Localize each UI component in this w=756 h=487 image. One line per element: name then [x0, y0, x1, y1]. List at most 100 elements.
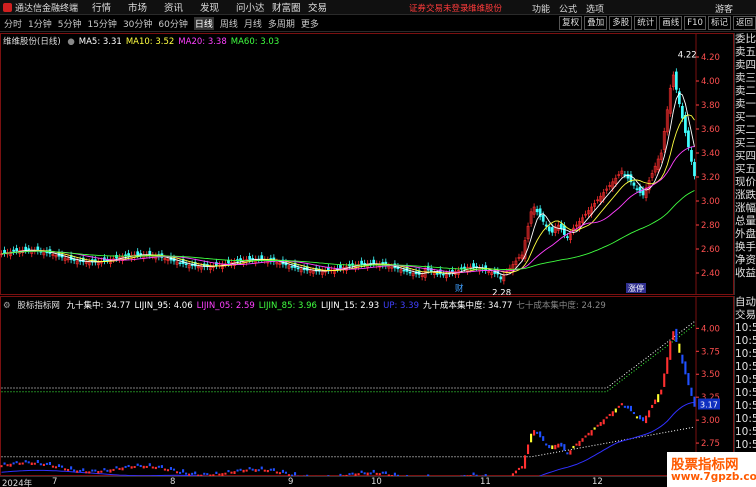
right-menu-item-1[interactable]: 公式	[559, 2, 577, 15]
settings-icon[interactable]: ⚙	[3, 301, 11, 311]
candle-body	[541, 214, 545, 222]
up-line	[1, 401, 695, 476]
indicator-bar	[130, 466, 133, 469]
right-menu-item-2[interactable]: 选项	[586, 2, 604, 15]
limit-up-marker: 涨停	[628, 283, 644, 293]
quote-field-9: 买四	[735, 150, 756, 162]
indicator-bar	[638, 415, 642, 420]
trade-field-8: 10:50	[735, 400, 756, 412]
period-tab-4[interactable]: 30分钟	[123, 17, 152, 30]
indicator-bar	[236, 469, 239, 472]
indicator-bar	[602, 419, 605, 425]
kline-chart[interactable]: 4.20 4.00 3.80 3.60 3.40 3.20 3.00 2.80 2.60 2.40…	[0, 33, 734, 295]
lijin-95-line	[1, 321, 695, 389]
menu-item-6[interactable]: 交易	[308, 0, 344, 14]
indicator-bar	[194, 471, 197, 475]
candle-body	[290, 266, 294, 268]
candle-body	[684, 115, 687, 133]
indicator-bar	[33, 462, 36, 465]
indicator-bar	[15, 461, 18, 464]
menu-item-5[interactable]: 财富圈	[272, 0, 308, 14]
indicator-bar	[687, 373, 690, 386]
x-tick-0: 2024年	[2, 479, 33, 487]
indicator-bar	[27, 461, 30, 464]
indicator-bar	[363, 472, 366, 475]
period-tab-0[interactable]: 分时	[4, 17, 22, 30]
menu-item-3[interactable]: 发现	[200, 0, 236, 14]
tool-button-6[interactable]: 标记	[707, 16, 731, 30]
indicator-bar	[566, 452, 569, 455]
menu-item-1[interactable]: 市场	[128, 0, 164, 14]
candle-body	[547, 226, 551, 232]
guest-button[interactable]: 游客	[715, 2, 733, 15]
candle-body	[251, 258, 255, 260]
indicator-bar	[548, 444, 551, 449]
period-tab-3[interactable]: 15分钟	[87, 17, 116, 30]
indicator-bar	[169, 467, 173, 470]
indicator-bar	[239, 468, 242, 471]
period-tab-8[interactable]: 月线	[244, 17, 262, 30]
indicator-chart[interactable]: 4.00 3.75 3.50 3.25 3.00 2.75 3.17 ⚙ 股标指标网 九十集…	[0, 296, 734, 476]
tool-button-1[interactable]: 叠加	[584, 16, 608, 30]
candle-body	[690, 150, 693, 162]
period-tab-1[interactable]: 1分钟	[28, 17, 52, 30]
menu-item-4[interactable]: 问小达	[236, 0, 272, 14]
period-tab-10[interactable]: 更多	[301, 17, 319, 30]
legend-bullet-icon: ●	[67, 37, 75, 47]
indicator-bar	[575, 443, 578, 446]
indicator-bar	[587, 432, 590, 436]
ma5-line	[1, 92, 695, 276]
candle-body	[184, 263, 188, 266]
indicator-bar	[227, 470, 230, 473]
indicator-bar	[70, 466, 73, 470]
indicator-bar	[272, 468, 275, 471]
indicator-bar	[36, 460, 39, 464]
indicator-bar	[626, 405, 629, 409]
indicator-bar	[0, 465, 3, 468]
menu-item-2[interactable]: 资讯	[164, 0, 200, 14]
indicator-tick-2: 3.50	[701, 370, 720, 380]
indicator-bar	[520, 466, 524, 469]
indicator-bar	[260, 466, 263, 470]
candle-body	[3, 249, 6, 254]
menu-item-0[interactable]: 行情	[92, 0, 128, 14]
indicator-bar	[203, 472, 206, 475]
trade-field-10: 10:50	[735, 426, 756, 438]
right-menu-item-0[interactable]: 功能	[532, 2, 550, 15]
trade-field-6: 10:50	[735, 374, 756, 386]
tool-button-4[interactable]: 画线	[659, 16, 683, 30]
indicator-bar	[681, 354, 684, 364]
main-legend: 维维股份(日线) ● MA5: 3.31 MA10: 3.52 MA20: 3.38 M…	[3, 35, 287, 47]
candle-body	[535, 208, 539, 213]
quote-field-5: 卖一	[735, 98, 756, 110]
period-tab-5[interactable]: 60分钟	[158, 17, 187, 30]
indicator-bar	[206, 473, 209, 476]
indicator-bar	[539, 431, 542, 438]
period-tab-2[interactable]: 5分钟	[58, 17, 82, 30]
period-tab-7[interactable]: 周线	[220, 17, 238, 30]
indicator-bar	[230, 471, 233, 474]
x-tick-3: 9	[288, 477, 294, 487]
indicator-bar	[651, 404, 654, 408]
indicator-bar	[263, 469, 266, 472]
period-tab-9[interactable]: 多周期	[268, 17, 295, 30]
tool-button-0[interactable]: 复权	[559, 16, 583, 30]
login-notice[interactable]: 证券交易未登录	[409, 2, 469, 14]
candle-body	[24, 246, 28, 251]
candle-body	[559, 223, 563, 230]
indicator-bar	[384, 471, 387, 474]
price-tick-3: 3.60	[701, 125, 720, 135]
candle-body	[499, 276, 503, 280]
indicator-bar	[514, 470, 518, 474]
tool-button-5[interactable]: F10	[684, 16, 706, 30]
indicator-bar	[178, 471, 182, 474]
back-button[interactable]: 返回	[732, 16, 756, 30]
indicator-bar	[581, 438, 584, 442]
broker-link[interactable]: 维维股份	[468, 2, 502, 14]
period-tab-6[interactable]: 日线	[193, 17, 214, 30]
tool-button-2[interactable]: 多股	[609, 16, 633, 30]
indicator-bar	[185, 472, 188, 475]
indicator-bar	[360, 470, 363, 473]
indicator-bar	[139, 464, 142, 467]
tool-button-3[interactable]: 统计	[634, 16, 658, 30]
